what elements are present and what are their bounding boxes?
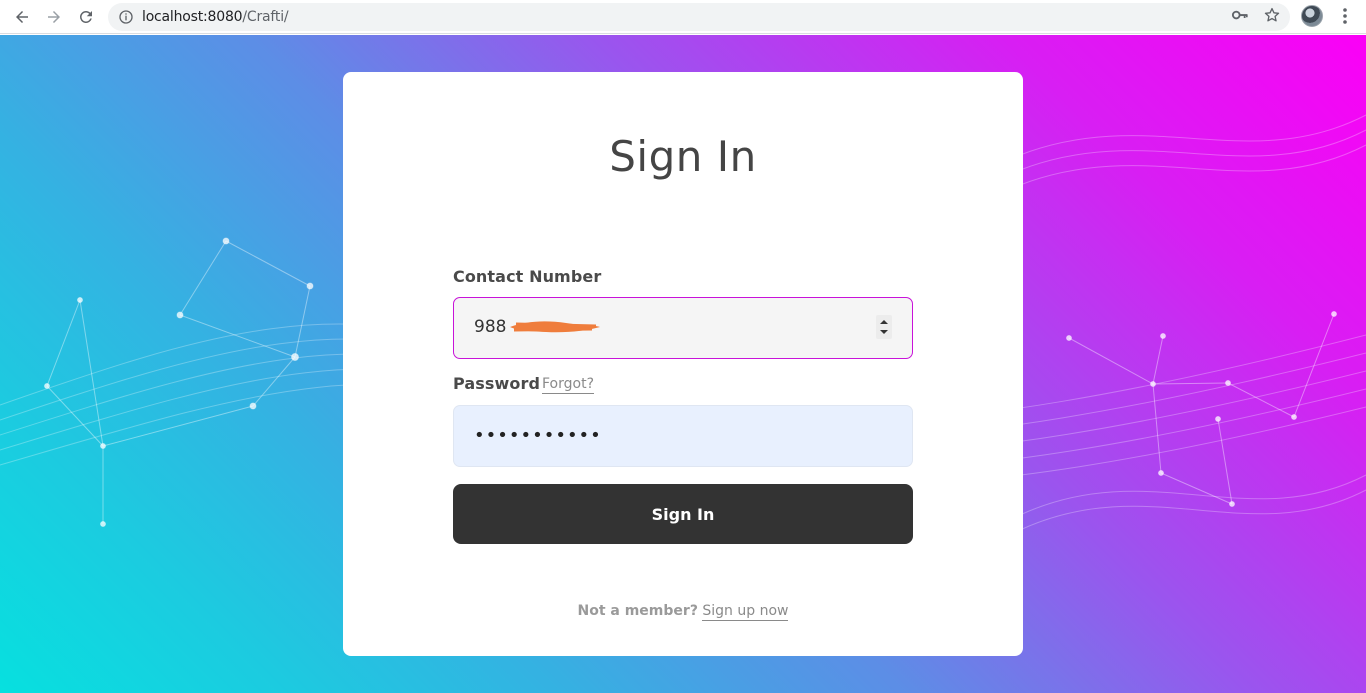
reload-icon[interactable] xyxy=(74,5,98,29)
not-member-text: Not a member? xyxy=(577,603,698,619)
contact-number-value: 988 xyxy=(474,317,507,337)
page-background: Sign In Contact Number 988 Password Forg… xyxy=(0,35,1366,693)
page-title: Sign In xyxy=(609,132,757,181)
browser-toolbar: localhost:8080/Crafti/ xyxy=(0,0,1366,34)
number-stepper[interactable] xyxy=(876,315,892,339)
forward-icon[interactable] xyxy=(42,5,66,29)
password-input[interactable]: ••••••••••• xyxy=(453,405,913,467)
info-icon[interactable] xyxy=(118,9,134,25)
signup-prompt: Not a member? Sign up now xyxy=(343,603,1023,621)
star-icon[interactable] xyxy=(1263,6,1281,24)
address-bar[interactable]: localhost:8080/Crafti/ xyxy=(108,3,1290,31)
url-host: localhost:8080 xyxy=(142,9,243,25)
key-icon[interactable] xyxy=(1231,6,1249,24)
signin-card: Sign In Contact Number 988 Password Forg… xyxy=(343,72,1023,656)
back-icon[interactable] xyxy=(10,5,34,29)
password-value: ••••••••••• xyxy=(474,425,602,446)
redaction-mark xyxy=(510,321,600,333)
sign-up-link[interactable]: Sign up now xyxy=(702,603,789,621)
avatar[interactable] xyxy=(1301,5,1323,27)
url-text: localhost:8080/Crafti/ xyxy=(142,9,289,25)
password-label: Password xyxy=(453,374,541,393)
forgot-password-link[interactable]: Forgot? xyxy=(542,376,595,394)
sign-in-button[interactable]: Sign In xyxy=(453,484,913,544)
menu-icon[interactable] xyxy=(1336,6,1354,26)
url-path: /Crafti/ xyxy=(242,9,289,25)
contact-label: Contact Number xyxy=(453,267,602,286)
contact-number-input[interactable]: 988 xyxy=(453,297,913,359)
